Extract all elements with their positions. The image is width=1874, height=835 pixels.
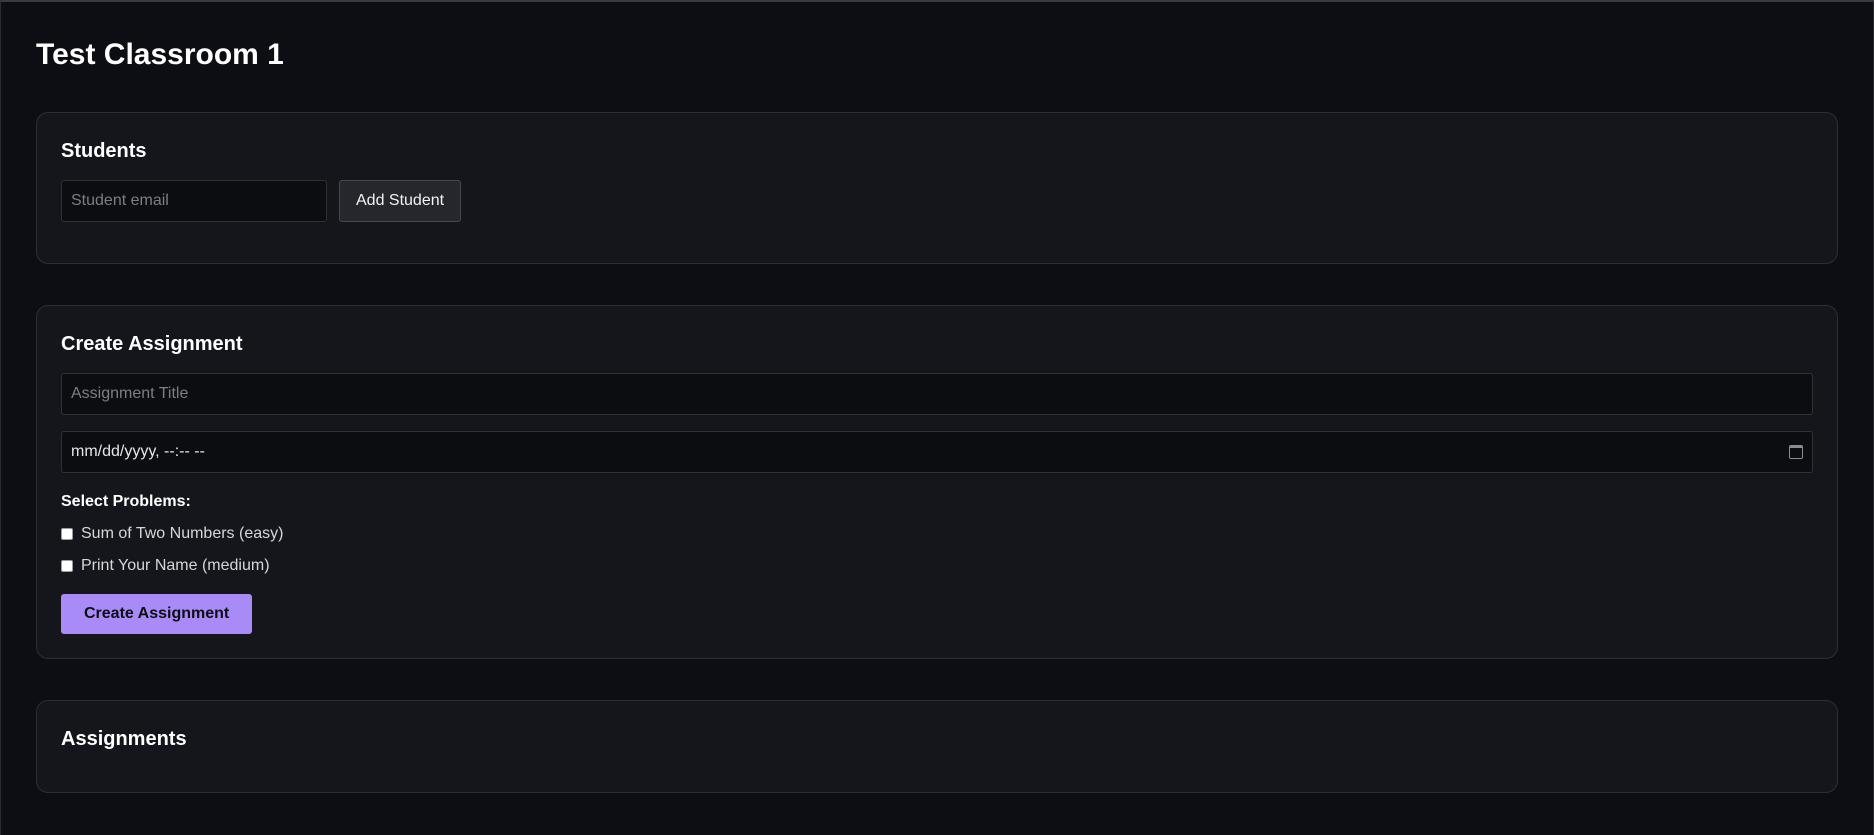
problem-label: Sum of Two Numbers (easy) xyxy=(81,525,284,542)
page-title: Test Classroom 1 xyxy=(36,38,284,71)
student-email-input[interactable] xyxy=(61,180,327,222)
problem-checkbox[interactable] xyxy=(61,528,73,540)
classroom-page: Test Classroom 1 Students Add Student Cr… xyxy=(0,0,1874,835)
create-assignment-button[interactable]: Create Assignment xyxy=(61,594,253,634)
students-card: Students Add Student xyxy=(36,112,1838,264)
select-problems-label: Select Problems: xyxy=(61,493,191,510)
due-date-placeholder: mm/dd/yyyy, --:-- -- xyxy=(71,443,205,460)
create-assignment-title: Create Assignment xyxy=(61,333,243,355)
create-assignment-card: Create Assignment mm/dd/yyyy, --:-- -- S… xyxy=(36,305,1838,659)
problem-label: Print Your Name (medium) xyxy=(81,557,270,574)
students-title: Students xyxy=(61,140,147,162)
problem-option[interactable]: Sum of Two Numbers (easy) xyxy=(61,524,1813,544)
assignment-title-input[interactable] xyxy=(61,373,1813,415)
calendar-icon[interactable] xyxy=(1789,445,1803,459)
problem-checkbox[interactable] xyxy=(61,560,73,572)
assignments-title: Assignments xyxy=(61,728,187,750)
problem-option[interactable]: Print Your Name (medium) xyxy=(61,556,1813,576)
add-student-row: Add Student xyxy=(61,180,1813,222)
assignments-card: Assignments xyxy=(36,700,1838,793)
add-student-button[interactable]: Add Student xyxy=(339,180,462,222)
due-date-input[interactable]: mm/dd/yyyy, --:-- -- xyxy=(61,431,1813,473)
